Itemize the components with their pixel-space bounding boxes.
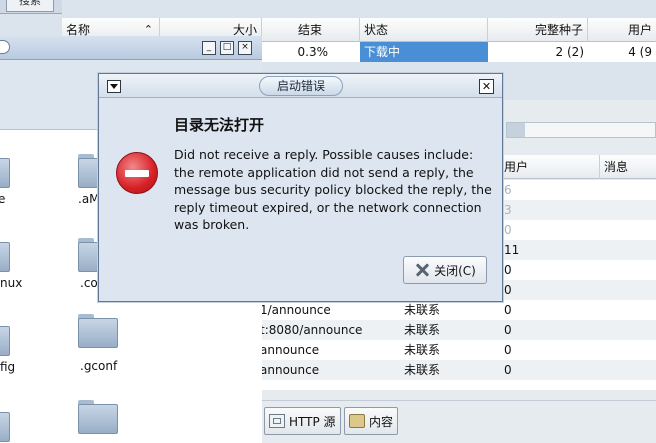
minimize-button[interactable]: _ bbox=[202, 41, 216, 55]
dialog-titlebar[interactable]: 启动错误 ✕ bbox=[99, 74, 502, 98]
folder-label: e bbox=[0, 192, 6, 206]
close-button[interactable]: 关闭(C) bbox=[403, 256, 487, 284]
column-done[interactable]: 结束 bbox=[262, 18, 360, 42]
dialog-heading: 目录无法打开 bbox=[174, 116, 265, 134]
content-label: 内容 bbox=[369, 414, 394, 429]
tracker-row[interactable]: 1/announce 未联系 0 bbox=[258, 300, 656, 320]
torrent-peers: 4 (9 bbox=[628, 45, 652, 59]
folder-label: .aM bbox=[78, 192, 100, 206]
triangle-down-icon bbox=[110, 84, 118, 89]
folder-label: .co bbox=[80, 276, 98, 290]
tracker-peers: 0 bbox=[504, 323, 512, 337]
pieces-progress-bar bbox=[506, 122, 656, 138]
dialog-title: 启动错误 bbox=[259, 76, 343, 96]
tracker-peers: 0 bbox=[504, 343, 512, 357]
torrent-seeds: 2 (2) bbox=[555, 45, 584, 59]
search-tab[interactable]: 搜索 bbox=[6, 0, 54, 12]
tracker-status: 未联系 bbox=[404, 303, 441, 317]
torrent-done: 0.3% bbox=[297, 45, 329, 59]
window-menu-icon[interactable] bbox=[0, 40, 10, 54]
column-seeds[interactable]: 完整种子 bbox=[488, 18, 588, 42]
tracker-url: 1/announce bbox=[260, 303, 331, 317]
close-icon bbox=[414, 262, 430, 278]
folder-icon[interactable] bbox=[0, 322, 10, 356]
tracker-url: announce bbox=[260, 363, 320, 377]
tracker-peers: 6 bbox=[504, 183, 512, 197]
column-status[interactable]: 状态 bbox=[360, 18, 488, 42]
tracker-peers: 11 bbox=[504, 243, 520, 257]
tracker-row[interactable]: t:8080/announce 未联系 0 bbox=[258, 320, 656, 340]
tracker-peers: 0 bbox=[504, 303, 512, 317]
tracker-table-header: 用户 消息 bbox=[500, 155, 656, 179]
http-sources-icon bbox=[269, 414, 285, 428]
folder-icon[interactable] bbox=[78, 400, 118, 434]
tracker-url: t:8080/announce bbox=[260, 323, 363, 337]
tracker-peers: 0 bbox=[504, 223, 512, 237]
folder-icon[interactable] bbox=[0, 238, 10, 272]
tracker-status: 未联系 bbox=[404, 323, 441, 337]
tracker-peers: 0 bbox=[504, 363, 512, 377]
file-manager-sidebar: e nux fig bbox=[0, 130, 62, 443]
folder-label: .gconf bbox=[80, 359, 118, 373]
dialog-message: Did not receive a reply. Possible causes… bbox=[174, 147, 492, 232]
http-sources-label: HTTP 源 bbox=[289, 414, 336, 429]
tracker-status: 未联系 bbox=[404, 363, 441, 377]
folder-icon[interactable] bbox=[0, 408, 10, 442]
tracker-peers: 0 bbox=[504, 283, 512, 297]
dialog-close-button[interactable]: ✕ bbox=[479, 79, 494, 94]
tracker-column-messages[interactable]: 消息 bbox=[600, 155, 656, 179]
maximize-button[interactable]: □ bbox=[220, 41, 234, 55]
column-name-label: 名称 bbox=[66, 23, 91, 37]
details-toolbar: HTTP 源 内容 bbox=[258, 400, 656, 443]
folder-icon[interactable] bbox=[0, 154, 10, 188]
tracker-row[interactable]: announce 未联系 0 bbox=[258, 340, 656, 360]
error-dialog: 启动错误 ✕ 目录无法打开 Did not receive a reply. P… bbox=[98, 73, 503, 302]
dialog-menu-button[interactable] bbox=[107, 80, 121, 93]
tracker-row[interactable]: announce 未联系 0 bbox=[258, 360, 656, 380]
folder-label: nux bbox=[0, 276, 23, 290]
close-button-label: 关闭(C) bbox=[434, 263, 476, 278]
folder-icon[interactable] bbox=[78, 314, 118, 348]
torrent-status: 下载中 bbox=[360, 42, 488, 62]
tracker-peers: 0 bbox=[504, 263, 512, 277]
close-window-button[interactable]: × bbox=[238, 41, 252, 55]
folder-icon bbox=[349, 414, 365, 428]
http-sources-button[interactable]: HTTP 源 bbox=[264, 407, 341, 435]
file-manager-titlebar[interactable]: _ □ × bbox=[0, 36, 262, 60]
pieces-progress-fill bbox=[507, 123, 525, 137]
column-peers[interactable]: 用户 bbox=[588, 18, 656, 42]
content-button[interactable]: 内容 bbox=[344, 407, 399, 435]
tracker-status: 未联系 bbox=[404, 343, 441, 357]
tracker-peers: 3 bbox=[504, 203, 512, 217]
tracker-url: announce bbox=[260, 343, 320, 357]
error-icon bbox=[116, 152, 158, 194]
tracker-column-peers[interactable]: 用户 bbox=[500, 155, 600, 179]
folder-label: fig bbox=[0, 360, 16, 374]
